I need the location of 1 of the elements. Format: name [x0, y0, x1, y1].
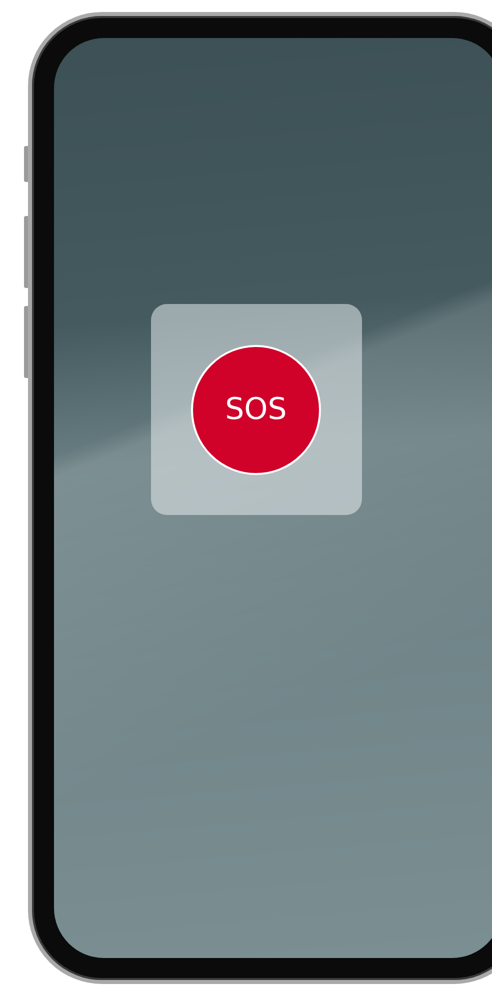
sos-button[interactable]: SOS	[191, 344, 321, 474]
